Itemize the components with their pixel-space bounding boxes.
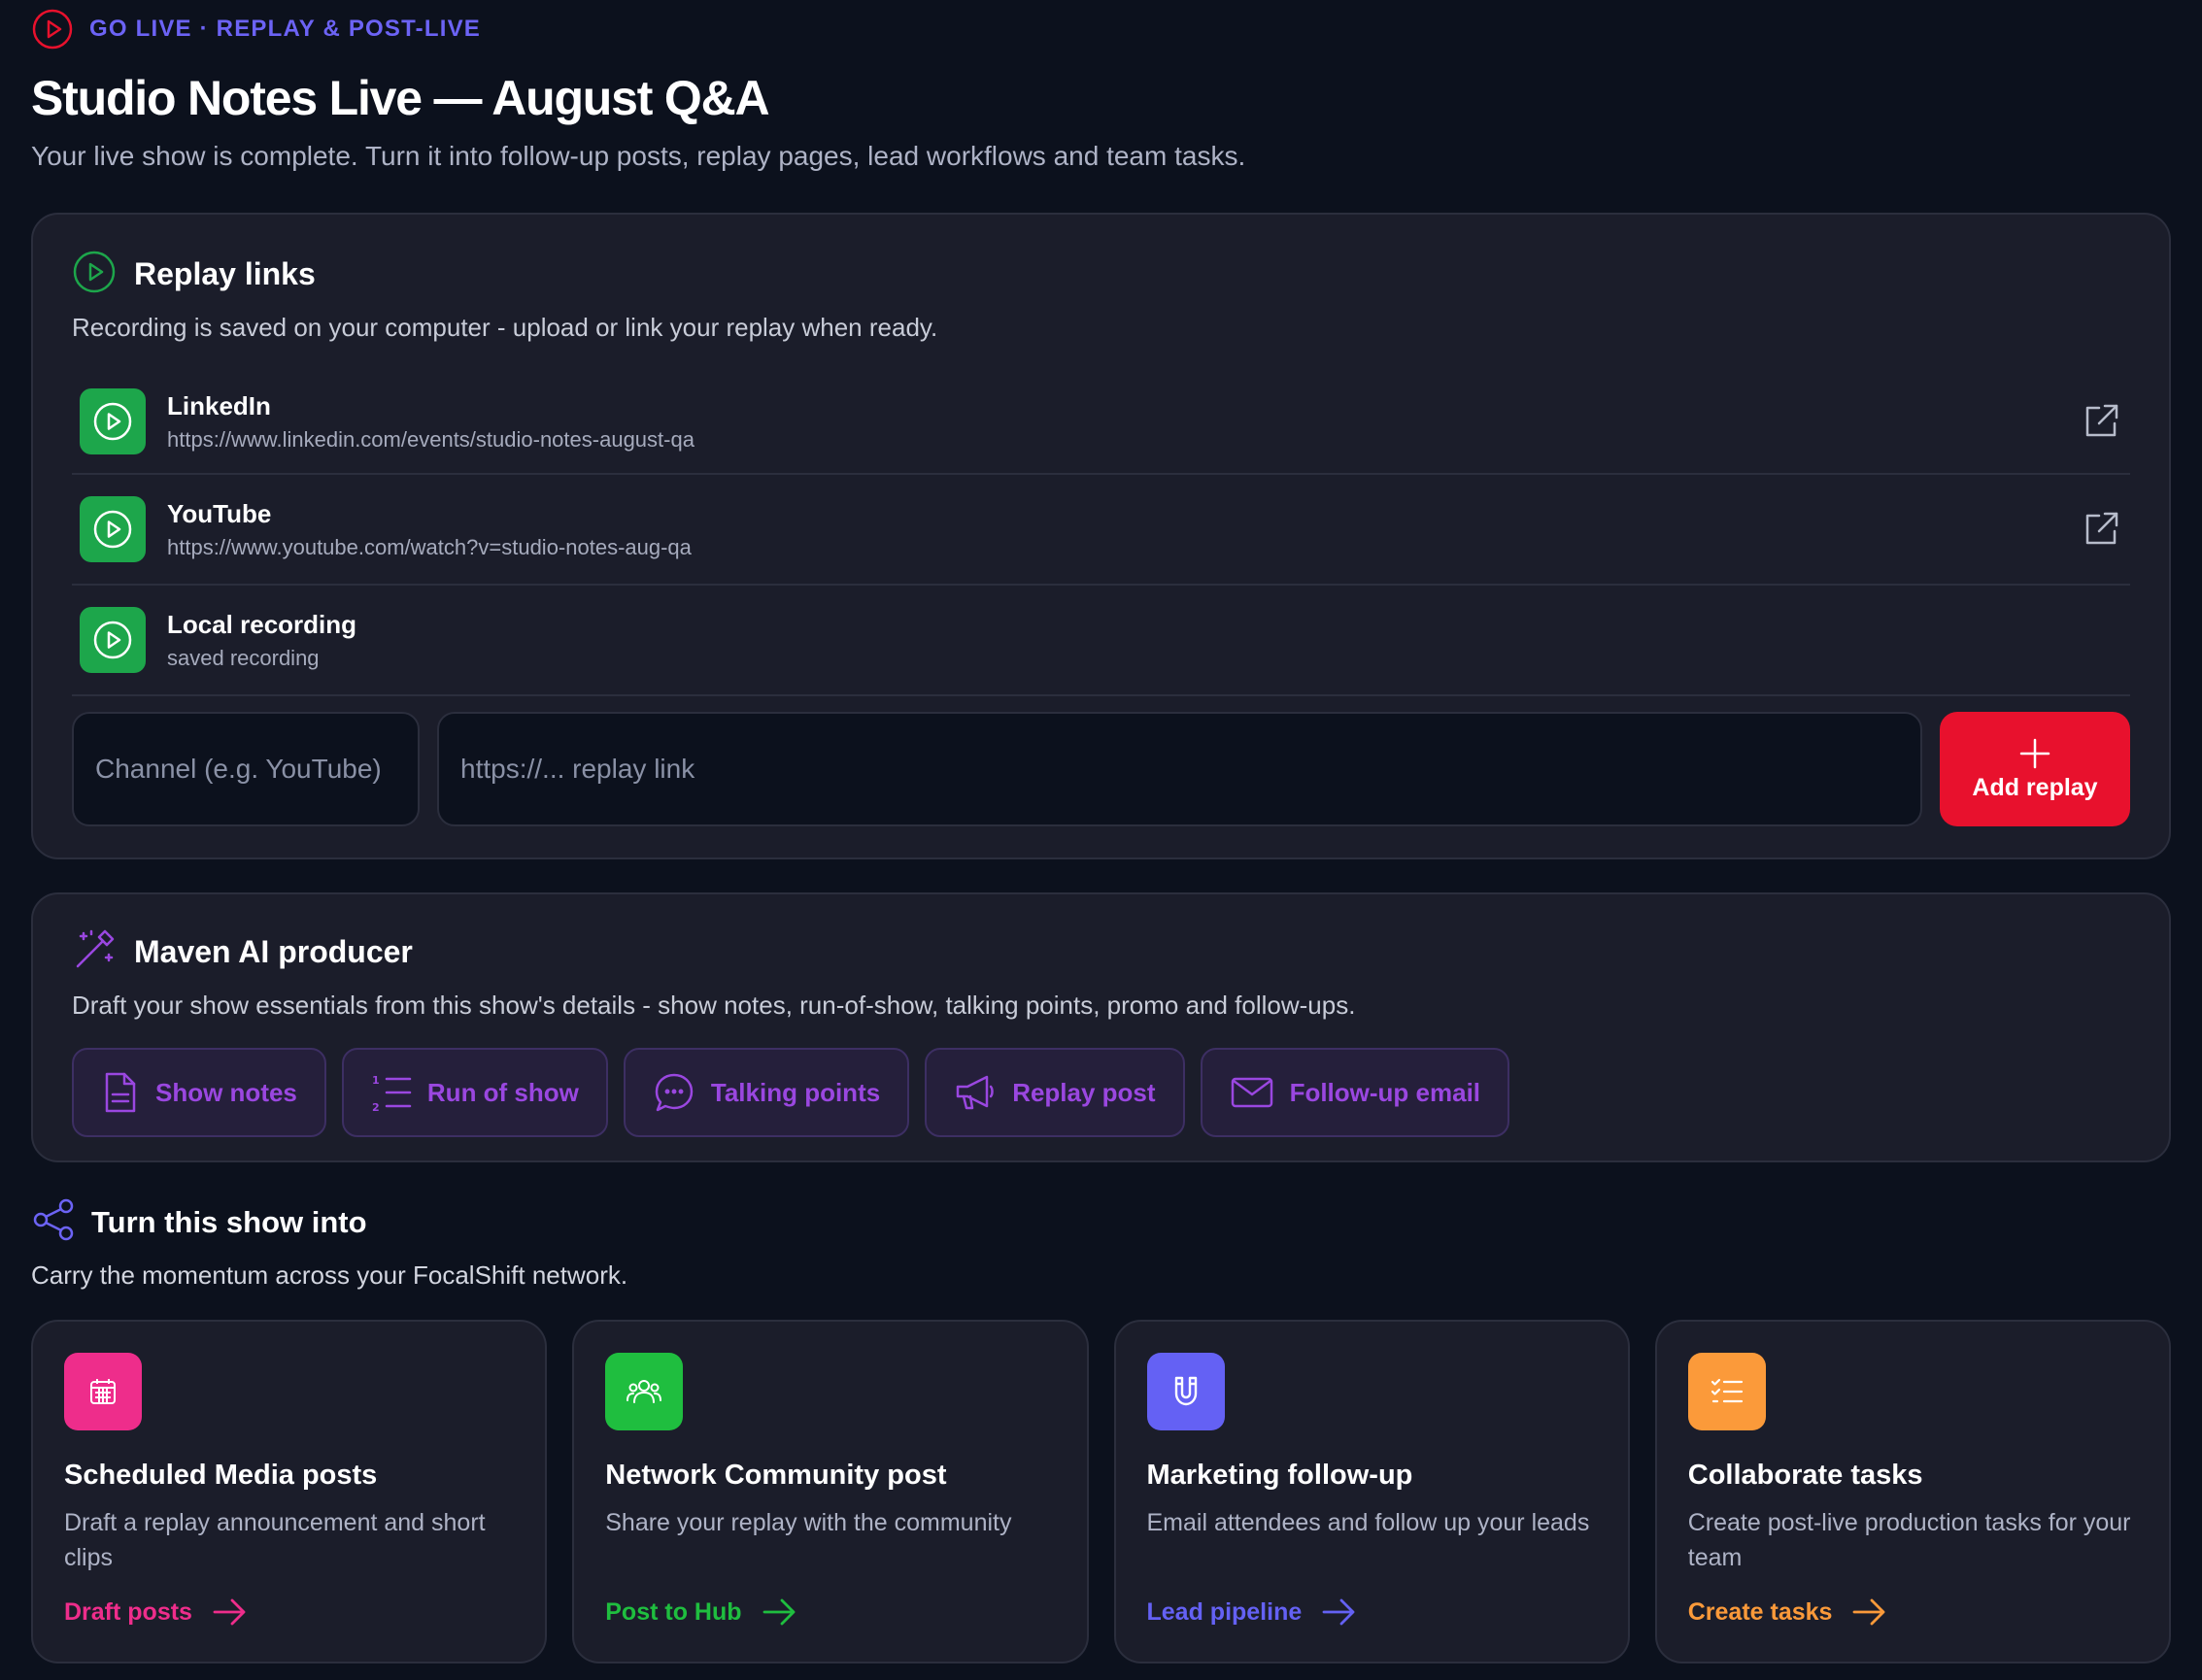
document-icon	[105, 1072, 136, 1113]
post-live-page: GO LIVE · REPLAY & POST-LIVE Studio Note…	[0, 0, 2202, 1680]
replay-url: https://www.linkedin.com/events/studio-n…	[167, 426, 694, 452]
draft-posts-link[interactable]: Draft posts	[64, 1596, 514, 1628]
checklist-icon	[1687, 1353, 1766, 1430]
eyebrow-text: GO LIVE · REPLAY & POST-LIVE	[89, 16, 482, 42]
scheduled-media-card: Scheduled Media posts Draft a replay ann…	[31, 1320, 548, 1663]
card-title: Scheduled Media posts	[64, 1460, 378, 1491]
external-link-icon[interactable]	[2078, 506, 2124, 553]
maven-title: Maven AI producer	[134, 934, 413, 969]
live-play-icon	[31, 8, 74, 50]
replay-post-button[interactable]: Replay post	[925, 1048, 1185, 1137]
card-action-label: Create tasks	[1687, 1597, 1833, 1626]
replay-links-panel: Replay links Recording is saved on your …	[31, 213, 2171, 859]
replay-url: saved recording	[167, 645, 320, 670]
channel-input[interactable]	[72, 712, 420, 826]
plus-icon	[2019, 738, 2050, 768]
follow-up-email-button[interactable]: Follow-up email	[1200, 1048, 1510, 1137]
svg-text:2: 2	[372, 1101, 380, 1113]
next-step-cards: Scheduled Media posts Draft a replay ann…	[31, 1320, 2171, 1663]
card-title: Marketing follow-up	[1146, 1460, 1413, 1491]
arrow-right-icon	[1853, 1598, 1885, 1626]
chip-label: Run of show	[426, 1077, 579, 1107]
maven-description: Draft your show essentials from this sho…	[72, 991, 1356, 1020]
collaborate-tasks-card: Collaborate tasks Create post-live produ…	[1654, 1320, 2171, 1663]
card-description: Draft a replay announcement and short cl…	[64, 1509, 486, 1571]
arrow-right-icon	[762, 1598, 795, 1626]
play-circle-icon	[72, 250, 117, 299]
turn-title: Turn this show into	[91, 1204, 367, 1239]
post-to-hub-link[interactable]: Post to Hub	[605, 1596, 1055, 1628]
share-icon	[31, 1197, 76, 1247]
play-icon	[80, 496, 146, 562]
replay-channel-name: LinkedIn	[167, 390, 271, 420]
replay-list: LinkedIn https://www.linkedin.com/events…	[72, 370, 2130, 696]
page-title: Studio Notes Live — August Q&A	[31, 71, 770, 125]
replay-row-youtube: YouTube https://www.youtube.com/watch?v=…	[72, 475, 2130, 586]
replay-channel-name: YouTube	[167, 498, 272, 528]
users-icon	[605, 1353, 684, 1430]
arrow-right-icon	[1322, 1598, 1355, 1626]
card-action-label: Lead pipeline	[1146, 1597, 1303, 1626]
mail-icon	[1231, 1077, 1272, 1108]
replay-channel-name: Local recording	[167, 609, 357, 639]
show-notes-button[interactable]: Show notes	[72, 1048, 326, 1137]
play-icon	[80, 607, 146, 673]
replay-url: https://www.youtube.com/watch?v=studio-n…	[167, 534, 692, 559]
magnet-icon	[1146, 1353, 1225, 1430]
svg-text:1: 1	[372, 1074, 380, 1087]
add-replay-label: Add replay	[1972, 773, 2098, 801]
page-subtitle: Your live show is complete. Turn it into…	[31, 141, 1246, 171]
chip-label: Follow-up email	[1289, 1077, 1481, 1107]
marketing-follow-up-card: Marketing follow-up Email attendees and …	[1113, 1320, 1630, 1663]
turn-description: Carry the momentum across your FocalShif…	[31, 1260, 628, 1290]
arrow-right-icon	[213, 1598, 246, 1626]
external-link-icon[interactable]	[2078, 398, 2124, 445]
create-tasks-link[interactable]: Create tasks	[1688, 1596, 2138, 1628]
maven-actions: Show notes 12 Run of show Talking points…	[72, 1048, 2130, 1137]
card-title: Collaborate tasks	[1687, 1460, 1923, 1491]
turn-section-head: Turn this show into	[31, 1197, 2171, 1247]
network-community-card: Network Community post Share your replay…	[572, 1320, 1089, 1663]
add-replay-button[interactable]: Add replay	[1940, 712, 2130, 826]
numbered-list-icon: 12	[372, 1074, 412, 1113]
replay-links-description: Recording is saved on your computer - up…	[72, 313, 938, 342]
replay-row-linkedin: LinkedIn https://www.linkedin.com/events…	[72, 370, 2130, 475]
replay-url-input[interactable]	[437, 712, 1922, 826]
card-description: Share your replay with the community	[605, 1509, 1012, 1536]
calendar-icon	[64, 1353, 142, 1430]
maven-ai-panel: Maven AI producer Draft your show essent…	[31, 892, 2171, 1162]
card-description: Email attendees and follow up your leads	[1146, 1509, 1590, 1536]
lead-pipeline-link[interactable]: Lead pipeline	[1147, 1596, 1597, 1628]
chip-label: Talking points	[710, 1077, 881, 1107]
card-action-label: Post to Hub	[605, 1597, 742, 1626]
card-title: Network Community post	[605, 1460, 947, 1491]
card-description: Create post-live production tasks for yo…	[1687, 1509, 2131, 1571]
megaphone-icon	[956, 1075, 994, 1110]
replay-row-local: Local recording saved recording	[72, 586, 2130, 696]
eyebrow: GO LIVE · REPLAY & POST-LIVE	[31, 0, 2171, 58]
add-replay-form: Add replay	[72, 712, 2130, 826]
card-action-label: Draft posts	[64, 1597, 192, 1626]
magic-wand-icon	[72, 927, 117, 977]
replay-links-title: Replay links	[134, 256, 316, 291]
chip-label: Show notes	[155, 1077, 297, 1107]
chat-bubble-icon	[655, 1073, 694, 1112]
play-icon	[80, 388, 146, 454]
chip-label: Replay post	[1012, 1077, 1156, 1107]
run-of-show-button[interactable]: 12 Run of show	[341, 1048, 608, 1137]
talking-points-button[interactable]: Talking points	[623, 1048, 910, 1137]
